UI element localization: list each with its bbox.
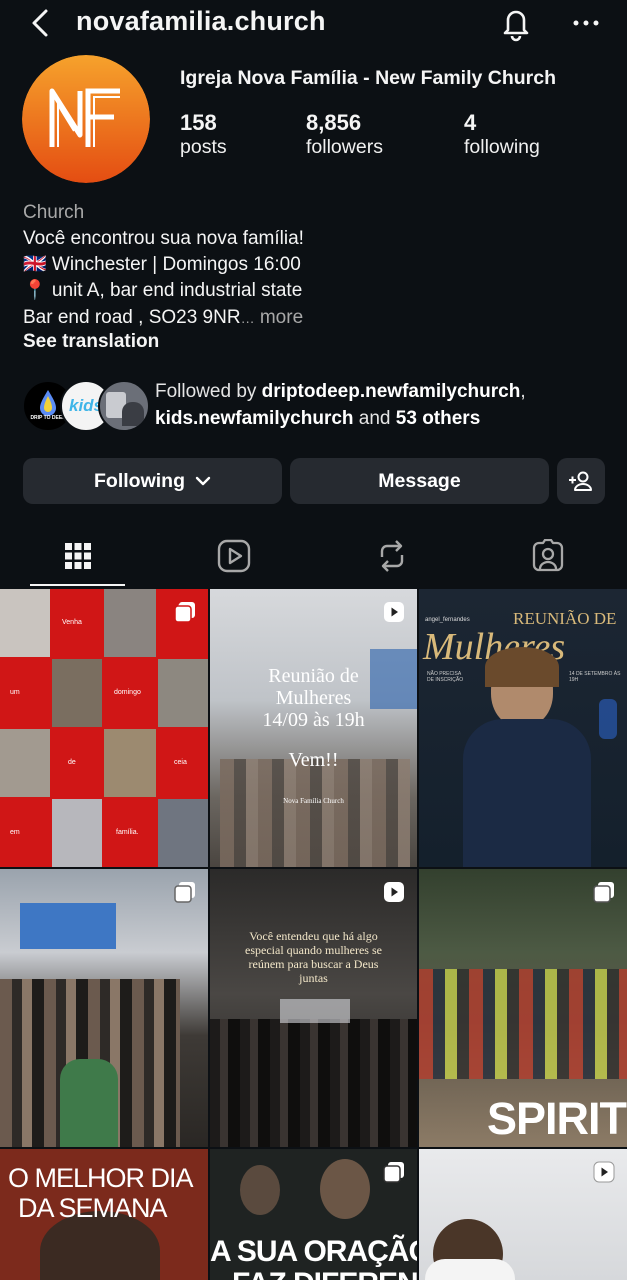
mutual-avatar	[98, 380, 150, 432]
post-overlay-text: O MELHOR DIA	[8, 1163, 194, 1193]
post-word: de	[68, 759, 76, 766]
post-thumbnail[interactable]	[419, 1149, 627, 1280]
post-word: domingo	[114, 689, 141, 696]
bio-line: 🇬🇧 Winchester | Domingos 16:00	[23, 254, 301, 275]
followers-count: 8,856	[306, 110, 362, 135]
back-icon[interactable]	[28, 8, 52, 38]
add-person-icon	[568, 470, 594, 492]
profile-avatar[interactable]	[22, 55, 150, 183]
post-word: Venha	[62, 619, 82, 626]
mutual-followers-avatars[interactable]: DRIP TO DEEP kids	[22, 380, 150, 432]
bio-line: Você encontrou sua nova família!	[23, 228, 304, 249]
post-word: ceia	[174, 759, 187, 766]
bio-ellipsis: …	[240, 310, 255, 326]
post-overlay-text: juntas	[299, 971, 328, 985]
profile-display-name: Igreja Nova Família - New Family Church	[180, 67, 557, 89]
followed-by-conj: and	[353, 408, 396, 429]
active-tab-indicator	[30, 584, 125, 586]
reel-icon	[593, 1161, 615, 1183]
post-overlay-text: A SUA ORAÇÃO	[210, 1235, 417, 1268]
reel-icon	[383, 601, 405, 623]
add-person-button[interactable]	[557, 458, 605, 504]
bio-more-link[interactable]: more	[260, 307, 303, 328]
carousel-icon	[174, 601, 196, 623]
chevron-down-icon	[195, 476, 211, 486]
post-subtitle: NÃO PRECISA DE INSCRIÇÃO	[427, 671, 464, 683]
message-button[interactable]: Message	[290, 458, 549, 504]
tagged-person-icon	[531, 539, 565, 573]
post-overlay-text: Mulheres	[275, 687, 352, 709]
carousel-icon	[593, 881, 615, 903]
profile-category: Church	[23, 202, 85, 223]
notification-bell-icon[interactable]	[499, 4, 533, 42]
post-thumbnail[interactable]: Venha ever um domingo de ceia em família…	[0, 589, 208, 867]
bio-line-last: Bar end road , SO23 9NR… more	[23, 305, 303, 331]
repost-icon	[376, 539, 408, 573]
tab-posts-grid[interactable]	[58, 536, 98, 576]
followers-label: followers	[306, 136, 383, 158]
post-overlay-text: FAZ DIFERENÇA	[232, 1267, 417, 1280]
post-overlay-text: Nova Família Church	[283, 797, 344, 805]
post-overlay-text: Vem!!	[288, 749, 339, 771]
reel-icon	[383, 881, 405, 903]
bio-line: Bar end road , SO23 9NR	[23, 307, 241, 328]
following-button-label: Following	[94, 469, 185, 492]
carousel-icon	[383, 1161, 405, 1183]
post-overlay-text: SPIRIT D	[487, 1093, 627, 1144]
posts-count: 158	[180, 110, 217, 135]
post-thumbnail[interactable]: Reunião de Mulheres 14/09 às 19h Vem!! N…	[210, 589, 417, 867]
post-thumbnail[interactable]: SPIRIT D	[419, 869, 627, 1147]
post-overlay-text: reúnem para buscar a Deus	[248, 957, 379, 971]
post-overlay-text: especial quando mulheres se	[245, 943, 382, 957]
see-translation-link[interactable]: See translation	[23, 331, 159, 353]
profile-username: novafamilia.church	[76, 6, 326, 36]
followed-by-others[interactable]: 53 others	[396, 408, 480, 429]
followers-stat[interactable]: 8,856 followers	[306, 110, 383, 159]
followed-by-user[interactable]: driptodeep.newfamilychurch	[262, 381, 521, 402]
posts-stat: 158 posts	[180, 110, 227, 159]
following-count: 4	[464, 110, 477, 135]
more-options-icon[interactable]	[570, 10, 602, 36]
posts-label: posts	[180, 136, 227, 158]
post-word: um	[10, 689, 20, 696]
post-word: em	[10, 829, 20, 836]
post-thumbnail[interactable]: angel_fernandes REUNIÃO DE Mulheres NÃO …	[419, 589, 627, 867]
tab-reposts[interactable]	[372, 536, 412, 576]
post-thumbnail[interactable]: Você entendeu que há algo especial quand…	[210, 869, 417, 1147]
post-thumbnail[interactable]	[0, 869, 208, 1147]
message-button-label: Message	[378, 469, 461, 492]
post-word: família.	[116, 829, 139, 836]
followed-by-prefix: Followed by	[155, 381, 262, 402]
post-overlay-text: Reunião de	[268, 665, 359, 687]
following-button[interactable]: Following	[23, 458, 282, 504]
post-thumbnail[interactable]: O MELHOR DIA DA SEMANA	[0, 1149, 208, 1280]
following-stat[interactable]: 4 following	[464, 110, 540, 159]
followed-by-text[interactable]: Followed by driptodeep.newfamilychurch, …	[155, 378, 615, 432]
post-subtitle: 14 DE SETEMBRO ÀS 19H	[569, 671, 621, 683]
reels-play-icon	[217, 539, 251, 573]
posts-grid: Venha ever um domingo de ceia em família…	[0, 589, 627, 1280]
tab-reels[interactable]	[214, 536, 254, 576]
post-overlay-text: 14/09 às 19h	[262, 709, 365, 731]
post-overlay-text: Você entendeu que há algo	[249, 929, 378, 943]
tab-tagged[interactable]	[528, 536, 568, 576]
carousel-icon	[174, 881, 196, 903]
following-label: following	[464, 136, 540, 158]
post-overlay-text: DA SEMANA	[18, 1193, 168, 1223]
grid-icon	[64, 542, 92, 570]
post-handle: angel_fernandes	[425, 617, 470, 623]
bio-line: 📍 unit A, bar end industrial state	[23, 280, 303, 301]
followed-by-user[interactable]: kids.newfamilychurch	[155, 408, 354, 429]
post-thumbnail[interactable]: A SUA ORAÇÃO FAZ DIFERENÇA	[210, 1149, 417, 1280]
